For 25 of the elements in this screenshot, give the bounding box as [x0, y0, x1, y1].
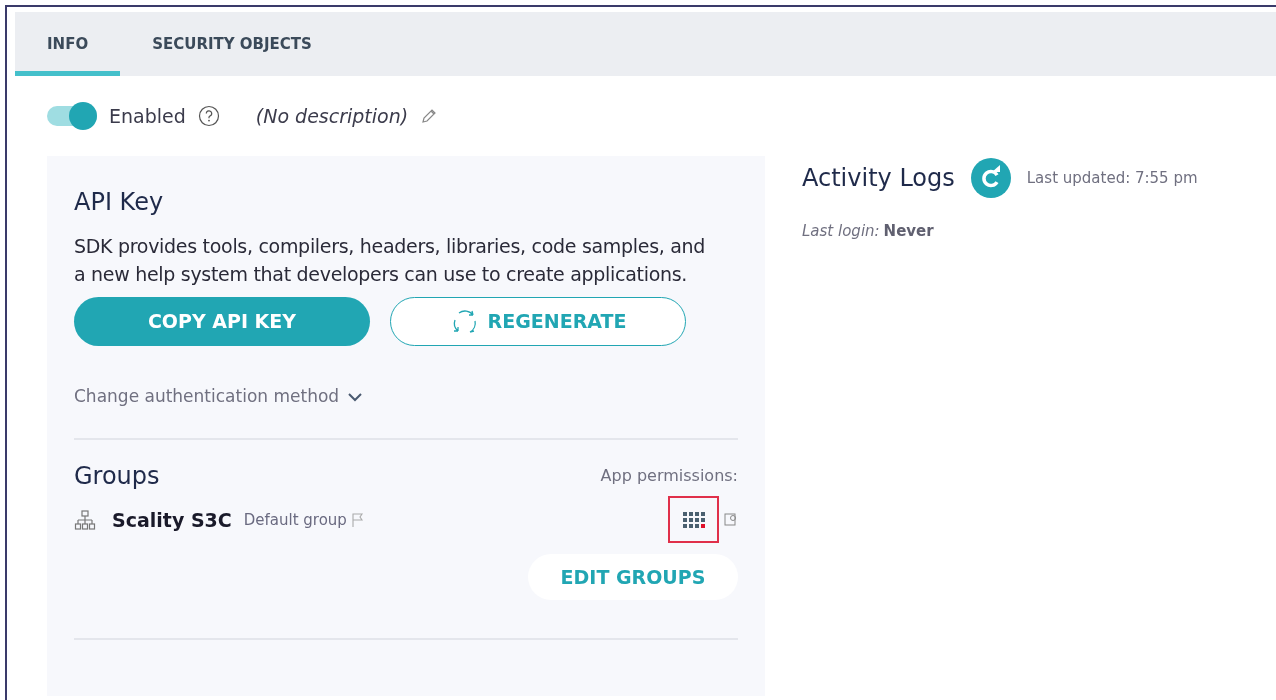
login-value: Never: [883, 221, 934, 242]
login-label: Last login:: [802, 221, 880, 242]
section-title: Activity Logs: [802, 163, 955, 194]
flag-icon: [350, 511, 365, 528]
last-updated-text: Last updated: 7:55 pm: [1026, 167, 1198, 189]
permissions-label: App permissions:: [600, 464, 738, 487]
help-icon[interactable]: [197, 105, 220, 127]
permissions-icon[interactable]: [724, 511, 738, 528]
tab[interactable]: SECURITY OBJECTS: [120, 12, 344, 76]
refresh-icon[interactable]: [970, 158, 1011, 198]
group-name: Scality S3C: [112, 507, 232, 533]
grid-icon[interactable]: [682, 511, 705, 528]
section-title: Groups: [74, 460, 160, 492]
group-tag: Default group: [243, 508, 347, 531]
auth-method-link[interactable]: Change authentication method: [74, 384, 340, 410]
regenerate-button[interactable]: REGENERATE: [390, 297, 686, 346]
section-title: API Key: [74, 187, 165, 218]
description-text: SDK provides tools, compilers, headers, libraries, code samples, and a new help system that developers can use to create applications.: [74, 234, 707, 287]
description-text: (No description): [255, 103, 409, 129]
chevron-down-icon[interactable]: [347, 391, 364, 402]
copy-api-key-button[interactable]: COPY API KEY: [74, 297, 370, 346]
status-label: Enabled: [109, 103, 186, 129]
tab[interactable]: INFO: [15, 12, 121, 76]
edit-groups-button[interactable]: EDIT GROUPS: [528, 554, 738, 600]
hierarchy-icon: [74, 508, 96, 531]
